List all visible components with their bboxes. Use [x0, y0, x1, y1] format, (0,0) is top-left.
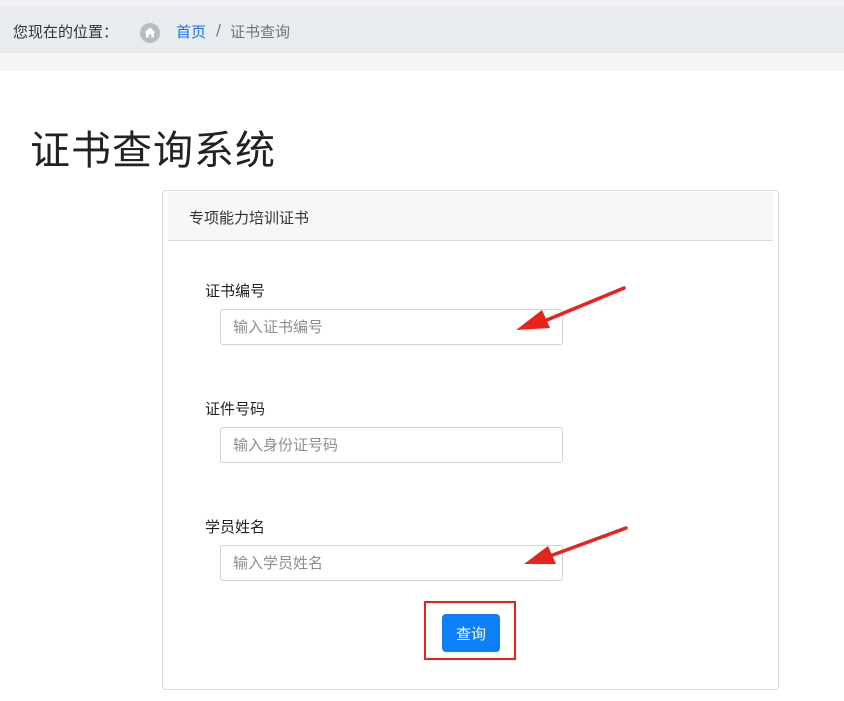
query-button[interactable]: 查询: [442, 614, 500, 652]
card-header-title: 专项能力培训证书: [189, 209, 310, 227]
cert-no-input[interactable]: [220, 309, 563, 345]
name-input[interactable]: [220, 545, 563, 581]
breadcrumb: 您现在的位置： 首页 / 证书查询: [0, 6, 844, 53]
breadcrumb-home-link[interactable]: 首页: [176, 21, 206, 42]
breadcrumb-prefix: 您现在的位置：: [13, 23, 119, 41]
cert-no-label: 证书编号: [205, 282, 266, 300]
id-no-label: 证件号码: [205, 400, 266, 418]
card-header: 专项能力培训证书: [168, 192, 773, 241]
name-label: 学员姓名: [205, 518, 266, 536]
breadcrumb-current: 证书查询: [230, 23, 291, 41]
page-title: 证书查询系统: [30, 128, 276, 174]
breadcrumb-separator: /: [216, 21, 222, 39]
header-divider: [0, 53, 844, 71]
home-icon[interactable]: [140, 23, 160, 43]
id-no-input[interactable]: [220, 427, 563, 463]
